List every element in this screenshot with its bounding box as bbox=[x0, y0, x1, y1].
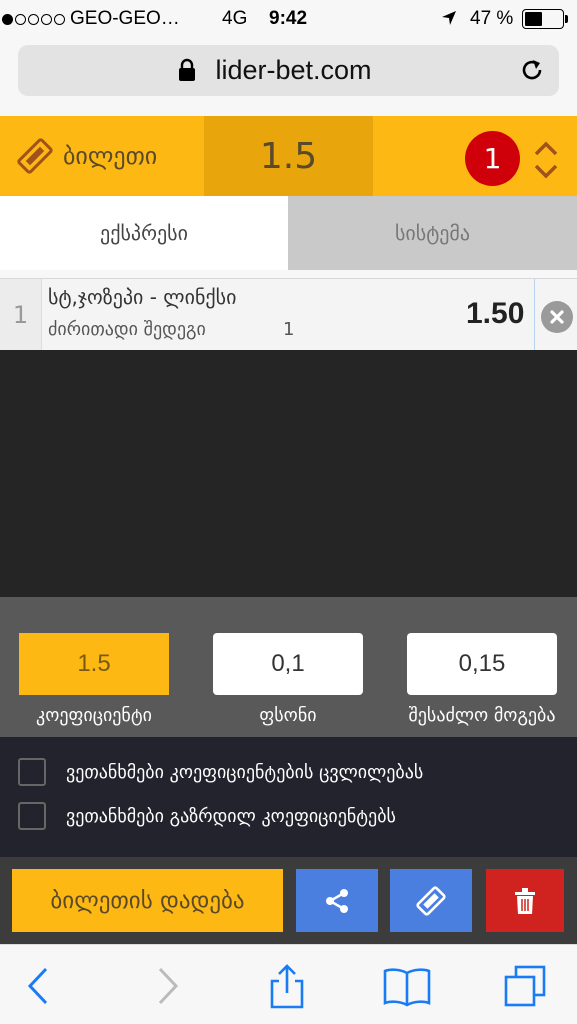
bookmarks-icon[interactable] bbox=[382, 963, 432, 1009]
accept-odds-change-option[interactable]: ვეთანხმები კოეფიციენტების ცვლილებას bbox=[18, 757, 423, 787]
betslip-title: ბილეთი bbox=[63, 142, 158, 170]
place-bet-button[interactable]: ბილეთის დადება bbox=[12, 869, 283, 932]
expand-collapse-icon[interactable] bbox=[533, 138, 559, 182]
stake-input[interactable]: 0,1 bbox=[213, 633, 363, 695]
tabs-icon[interactable] bbox=[502, 963, 548, 1009]
delete-button[interactable] bbox=[486, 869, 564, 932]
share-icon bbox=[326, 888, 348, 913]
market-outcome: 1 bbox=[283, 319, 295, 340]
tab-system[interactable]: სისტემა bbox=[288, 196, 577, 270]
betslip-empty-area bbox=[0, 350, 577, 597]
accept-higher-odds-option[interactable]: ვეთანხმები გაზრდილ კოეფიციენტებს bbox=[18, 801, 396, 831]
stake-panel: 1.5 0,1 0,15 კოეფიციენტი ფსონი შესაძლო მ… bbox=[0, 597, 577, 737]
selection-row: 1 სტ,ჯოზეპი - ლინქსი ძირითადი შედეგი 1 1… bbox=[0, 278, 577, 351]
close-icon bbox=[550, 310, 564, 324]
tab-express[interactable]: ექსპრესი bbox=[0, 196, 288, 270]
betslip-options: ვეთანხმები კოეფიციენტების ცვლილებას ვეთა… bbox=[0, 737, 577, 857]
total-odds: 1.5 bbox=[204, 116, 373, 196]
ticket-icon bbox=[416, 885, 446, 916]
status-time: 9:42 bbox=[269, 8, 308, 29]
odds-label: კოეფიციენტი bbox=[36, 705, 152, 726]
odds-field: 1.5 bbox=[19, 633, 169, 695]
accept-higher-odds-checkbox[interactable] bbox=[18, 802, 46, 830]
lock-icon bbox=[179, 58, 195, 81]
url-text: lider-bet.com bbox=[215, 55, 372, 85]
ticket-button[interactable] bbox=[390, 869, 472, 932]
selection-index: 1 bbox=[0, 279, 42, 351]
forward-icon[interactable] bbox=[144, 963, 190, 1009]
option-label: ვეთანხმები გაზრდილ კოეფიციენტებს bbox=[66, 805, 396, 827]
battery-icon bbox=[522, 9, 564, 29]
stake-label: ფსონი bbox=[259, 705, 317, 726]
match-name: სტ,ჯოზეპი - ლინქსი bbox=[48, 285, 237, 309]
network-type: 4G bbox=[222, 8, 248, 29]
ticket-icon bbox=[17, 138, 53, 174]
trash-icon bbox=[515, 887, 535, 914]
accept-odds-change-checkbox[interactable] bbox=[18, 758, 46, 786]
option-label: ვეთანხმები კოეფიციენტების ცვლილებას bbox=[66, 761, 424, 783]
reload-icon[interactable] bbox=[519, 57, 545, 83]
battery-percent: 47 % bbox=[470, 8, 514, 29]
status-bar: GEO-GEO… 4G 9:42 47 % bbox=[0, 0, 577, 38]
possible-win-field: 0,15 bbox=[407, 633, 557, 695]
selection-count-badge: 1 bbox=[465, 131, 520, 186]
browser-toolbar bbox=[0, 944, 577, 1024]
selection-odds: 1.50 bbox=[466, 297, 525, 330]
back-icon[interactable] bbox=[16, 963, 62, 1009]
share-sheet-icon[interactable] bbox=[264, 963, 310, 1009]
market-name: ძირითადი შედეგი bbox=[48, 319, 206, 340]
action-bar: ბილეთის დადება bbox=[0, 857, 577, 944]
location-arrow-icon bbox=[442, 11, 456, 25]
carrier-name: GEO-GEO… bbox=[70, 8, 180, 29]
remove-selection-button[interactable] bbox=[541, 301, 573, 333]
address-bar[interactable]: lider-bet.com bbox=[18, 45, 559, 96]
possible-win-label: შესაძლო მოგება bbox=[408, 705, 556, 726]
share-button[interactable] bbox=[296, 869, 378, 932]
signal-strength-icon bbox=[2, 13, 65, 25]
